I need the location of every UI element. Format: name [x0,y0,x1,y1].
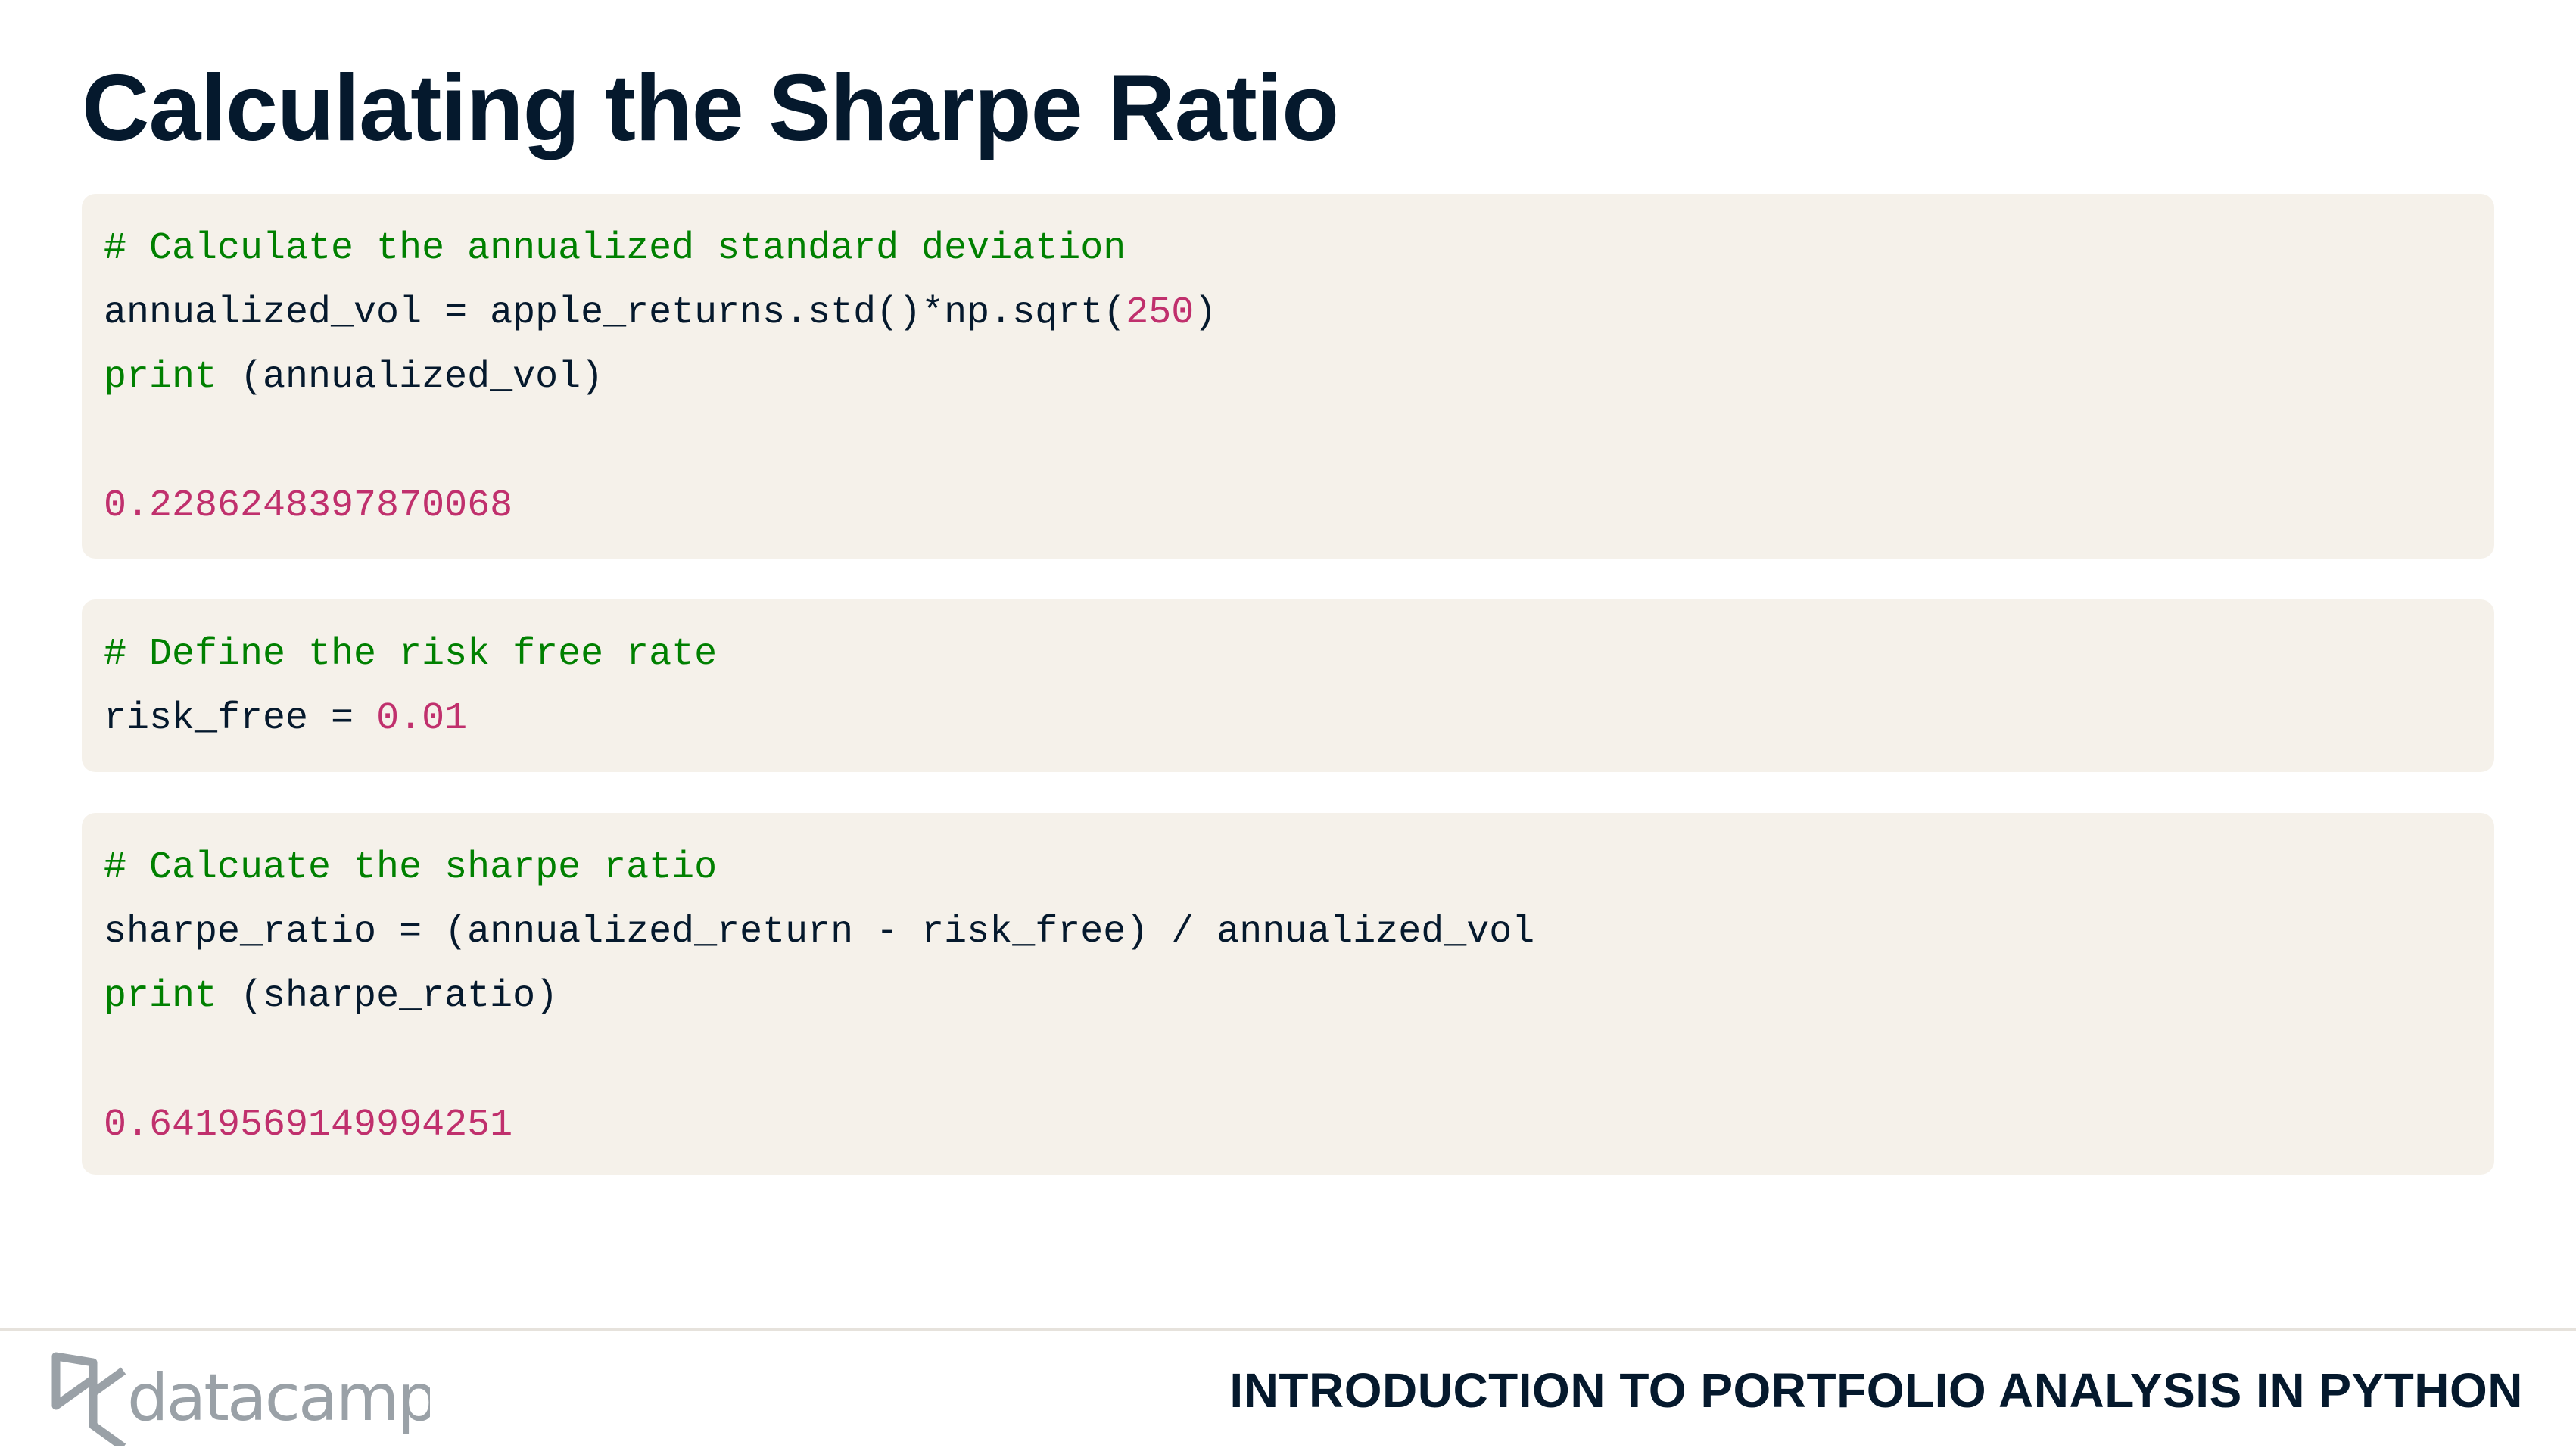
datacamp-logo: datacamp [51,1347,438,1451]
code-line: annualized_vol = apple_returns.std()*np.… [104,281,2472,345]
code-keyword: print [104,975,218,1018]
code-line: # Calculate the annualized standard devi… [104,216,2472,281]
course-title: INTRODUCTION TO PORTFOLIO ANALYSIS IN PY… [1229,1363,2523,1418]
slide-title: Calculating the Sharpe Ratio [82,56,1339,160]
code-text: ) [1194,291,1217,335]
code-text: sharpe_ratio = (annualized_return - risk… [104,911,1535,954]
code-keyword: print [104,356,218,399]
code-text: annualized_vol = apple_returns.std()*np.… [104,291,1126,335]
code-block-sharpe-ratio: # Calcuate the sharpe ratio sharpe_ratio … [82,813,2494,1175]
code-text: risk_free = [104,697,377,740]
code-line: 0.2286248397870068 [104,474,2472,538]
code-line: # Define the risk free rate [104,622,2472,687]
code-comment: # Calculate the annualized standard devi… [104,227,1126,270]
code-text: (annualized_vol) [217,356,604,399]
code-line: print (sharpe_ratio) [104,964,2472,1029]
code-block-annualized-vol: # Calculate the annualized standard devi… [82,194,2494,559]
logo-wordmark: datacamp [127,1360,430,1436]
code-block-risk-free: # Define the risk free rate risk_free = 0… [82,599,2494,772]
code-comment: # Define the risk free rate [104,633,718,676]
code-output: 0.6419569149994251 [104,1104,513,1147]
datacamp-logo-icon: datacamp [51,1352,438,1451]
code-output: 0.2286248397870068 [104,484,513,528]
code-number: 0.01 [376,697,468,740]
code-line: sharpe_ratio = (annualized_return - risk… [104,900,2472,964]
code-line: # Calcuate the sharpe ratio [104,836,2472,900]
code-line: risk_free = 0.01 [104,687,2472,751]
code-comment: # Calcuate the sharpe ratio [104,846,718,889]
footer-divider [0,1328,2576,1331]
code-line: 0.6419569149994251 [104,1093,2472,1157]
code-text: (sharpe_ratio) [217,975,559,1018]
code-number: 250 [1126,291,1195,335]
code-line: print (annualized_vol) [104,345,2472,409]
